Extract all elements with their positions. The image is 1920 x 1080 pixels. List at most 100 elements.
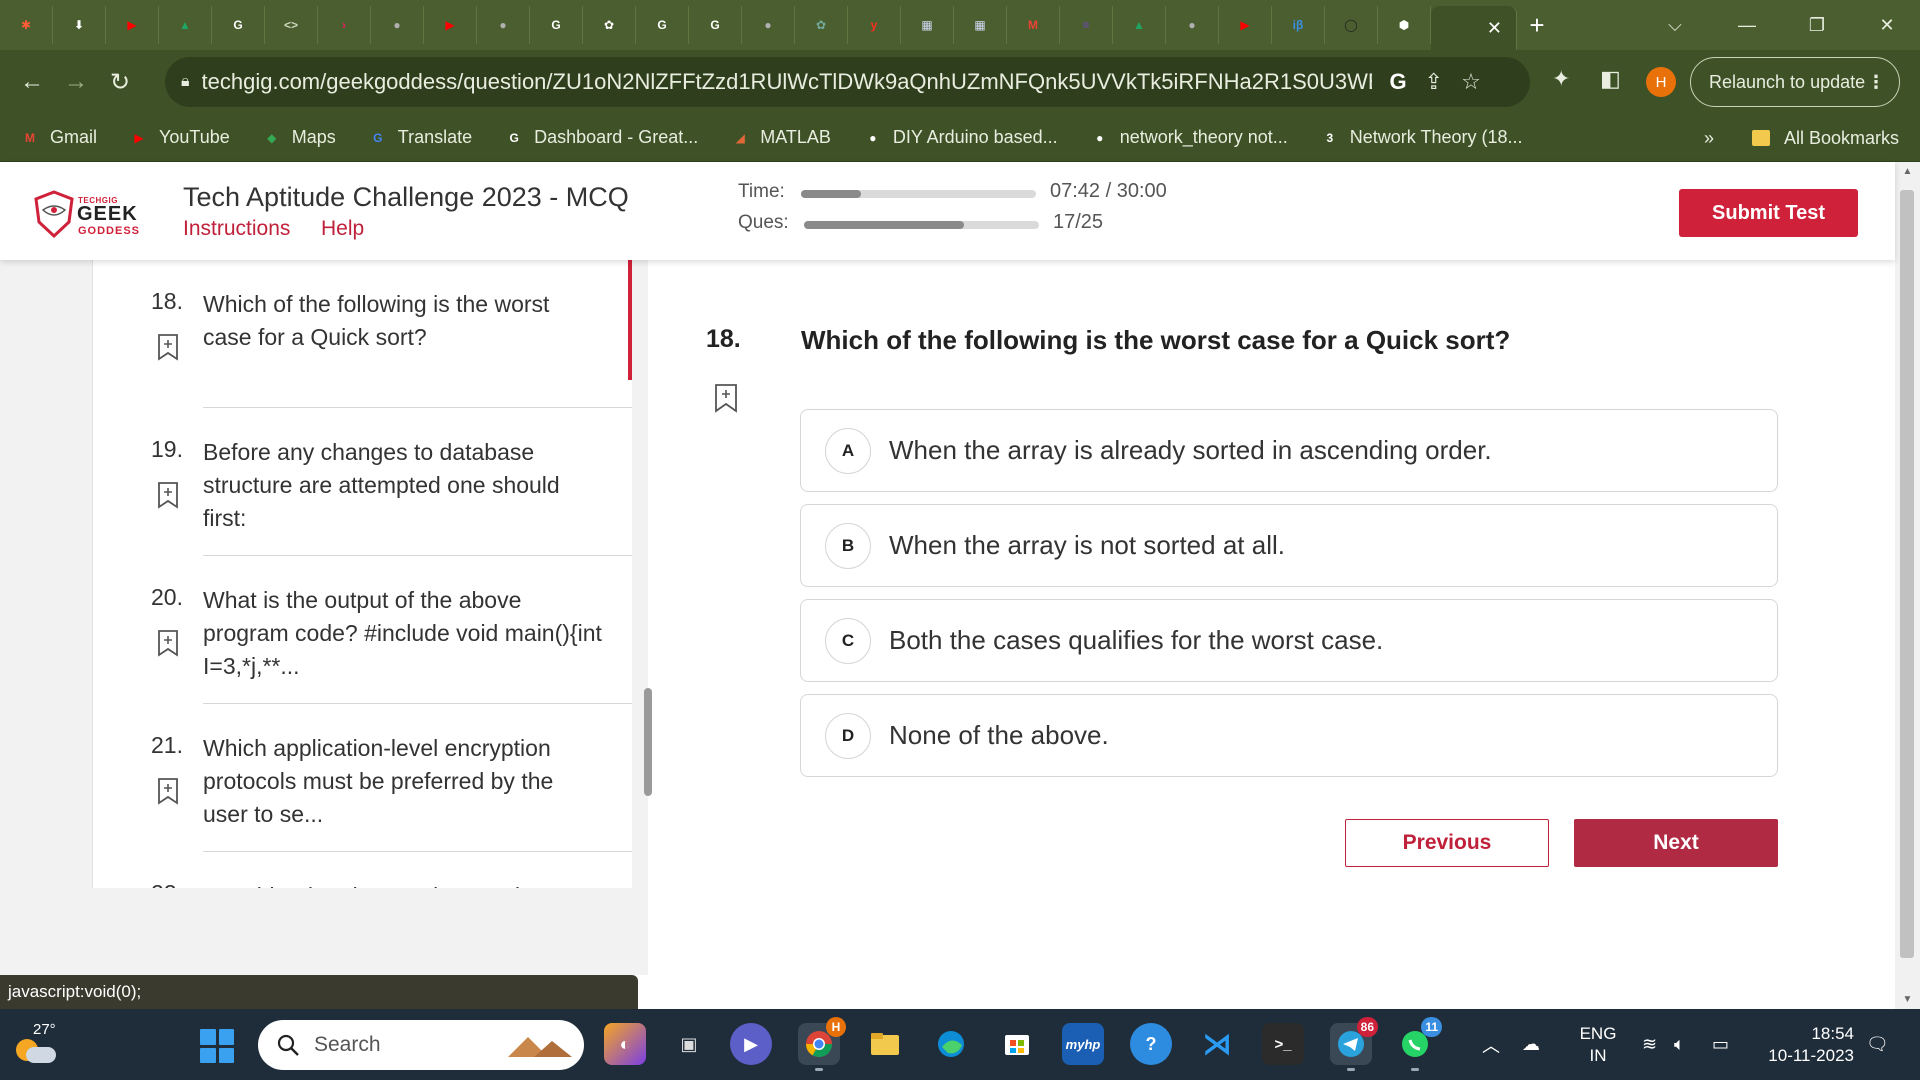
scroll-down-icon[interactable]: ▼ bbox=[1895, 994, 1920, 1005]
submit-test-button[interactable]: Submit Test bbox=[1679, 189, 1858, 237]
close-window-button[interactable]: ✕ bbox=[1852, 0, 1920, 50]
google-lens-icon[interactable]: G bbox=[1390, 69, 1407, 95]
copilot-icon[interactable]: ◐ bbox=[604, 1023, 646, 1065]
question-list-item[interactable]: 20. What is the output of the above progr… bbox=[93, 556, 632, 704]
browser-tab[interactable]: ⬢ bbox=[1378, 6, 1431, 44]
browser-tab[interactable]: ◯ bbox=[1325, 6, 1378, 44]
tab-search-icon[interactable]: ⌵ bbox=[1640, 0, 1710, 50]
chrome-taskbar-icon[interactable]: H bbox=[798, 1017, 846, 1071]
relaunch-button[interactable]: Relaunch to update ⋮ bbox=[1690, 57, 1900, 107]
address-bar[interactable]: 🔒︎ techgig.com/geekgoddess/question/ZU1o… bbox=[165, 57, 1530, 107]
page-scrollbar[interactable]: ▲ ▼ bbox=[1895, 162, 1920, 1009]
answer-option[interactable]: C Both the cases qualifies for the worst … bbox=[800, 599, 1778, 682]
browser-tab[interactable]: ▶ bbox=[1219, 6, 1272, 44]
battery-icon[interactable]: ▭ bbox=[1712, 1009, 1729, 1080]
notification-icon[interactable]: 🗨︎ bbox=[1866, 1009, 1889, 1080]
browser-tab[interactable]: ▶ bbox=[424, 6, 477, 44]
menu-dots-icon[interactable]: ⋮ bbox=[1867, 72, 1885, 93]
new-tab-button[interactable]: + bbox=[1517, 6, 1557, 44]
reload-button[interactable]: ↻ bbox=[100, 62, 140, 102]
browser-tab[interactable]: ≡ bbox=[1060, 6, 1113, 44]
browser-tab[interactable]: G bbox=[530, 6, 583, 44]
side-panel-icon[interactable]: ◧ bbox=[1600, 66, 1621, 92]
bookmark-question-icon[interactable] bbox=[714, 383, 738, 413]
active-tab[interactable]: ✕ bbox=[1431, 6, 1517, 50]
file-explorer-icon[interactable] bbox=[864, 1023, 906, 1065]
browser-tab[interactable]: G bbox=[689, 6, 742, 44]
question-list-item[interactable]: 18. Which of the following is the worst c… bbox=[93, 260, 632, 408]
myhp-icon[interactable]: myhp bbox=[1062, 1023, 1104, 1065]
question-list-item[interactable]: 22. Consider the given options and state bbox=[93, 852, 632, 888]
answer-option[interactable]: D None of the above. bbox=[800, 694, 1778, 777]
extensions-icon[interactable]: ✦ bbox=[1552, 66, 1570, 92]
answer-option[interactable]: A When the array is already sorted in asc… bbox=[800, 409, 1778, 492]
clock[interactable]: 18:54 10-11-2023 bbox=[1754, 1023, 1854, 1067]
task-view-icon[interactable]: ▣ bbox=[668, 1023, 710, 1065]
bookmark-item[interactable]: 3 Network Theory (18... bbox=[1320, 127, 1522, 148]
instructions-link[interactable]: Instructions bbox=[183, 217, 290, 241]
browser-tab[interactable]: ● bbox=[371, 6, 424, 44]
wifi-icon[interactable]: ≋ bbox=[1642, 1009, 1657, 1080]
close-tab-icon[interactable]: ✕ bbox=[1487, 18, 1502, 39]
browser-tab[interactable]: ▦ bbox=[954, 6, 1007, 44]
bookmark-icon[interactable] bbox=[157, 629, 179, 657]
taskbar-search[interactable]: Search bbox=[258, 1020, 584, 1070]
browser-tab[interactable]: G bbox=[212, 6, 265, 44]
bookmark-item[interactable]: ▶ YouTube bbox=[129, 127, 229, 148]
scroll-up-icon[interactable]: ▲ bbox=[1895, 166, 1920, 177]
bookmark-item[interactable]: ● DIY Arduino based... bbox=[863, 127, 1057, 148]
help-link[interactable]: Help bbox=[321, 217, 364, 241]
browser-tab[interactable]: <> bbox=[265, 6, 318, 44]
language-indicator[interactable]: ENG IN bbox=[1578, 1023, 1618, 1067]
back-button[interactable]: ← bbox=[12, 62, 52, 102]
teams-icon[interactable]: ▶ bbox=[730, 1023, 772, 1065]
tray-overflow-icon[interactable]: ︿ bbox=[1482, 1009, 1500, 1080]
previous-button[interactable]: Previous bbox=[1345, 819, 1549, 867]
profile-avatar[interactable]: H bbox=[1646, 67, 1676, 97]
browser-tab[interactable]: ▲ bbox=[159, 6, 212, 44]
more-bookmarks-button[interactable]: » bbox=[1704, 114, 1714, 162]
browser-tab[interactable]: ● bbox=[742, 6, 795, 44]
minimize-button[interactable]: — bbox=[1712, 0, 1782, 50]
bookmark-star-icon[interactable]: ☆ bbox=[1461, 69, 1481, 95]
onedrive-icon[interactable]: ☁ bbox=[1522, 1009, 1540, 1080]
bookmark-icon[interactable] bbox=[157, 481, 179, 509]
browser-tab[interactable]: ✿ bbox=[795, 6, 848, 44]
browser-tab[interactable]: ⬇ bbox=[53, 6, 106, 44]
bookmark-item[interactable]: ◢ MATLAB bbox=[730, 127, 831, 148]
browser-tab[interactable]: ▲ bbox=[1113, 6, 1166, 44]
page-scroll-thumb[interactable] bbox=[1900, 190, 1914, 958]
edge-icon[interactable] bbox=[930, 1023, 972, 1065]
restore-button[interactable]: ❐ bbox=[1782, 0, 1852, 50]
lock-icon[interactable]: 🔒︎ bbox=[181, 73, 190, 91]
vscode-icon[interactable]: ⋊ bbox=[1196, 1023, 1238, 1065]
bookmark-item[interactable]: G Translate bbox=[368, 127, 472, 148]
browser-tab[interactable]: › bbox=[318, 6, 371, 44]
start-button[interactable] bbox=[200, 1029, 234, 1063]
browser-tab[interactable]: y bbox=[848, 6, 901, 44]
question-list-item[interactable]: 19. Before any changes to database struct… bbox=[93, 408, 632, 556]
forward-button[interactable]: → bbox=[56, 62, 96, 102]
bookmark-icon[interactable] bbox=[157, 333, 179, 361]
help-app-icon[interactable]: ? bbox=[1130, 1023, 1172, 1065]
bookmark-item[interactable]: ◆ Maps bbox=[262, 127, 336, 148]
browser-tab[interactable]: ● bbox=[1166, 6, 1219, 44]
next-button[interactable]: Next bbox=[1574, 819, 1778, 867]
answer-option[interactable]: B When the array is not sorted at all. bbox=[800, 504, 1778, 587]
browser-tab[interactable]: ▦ bbox=[901, 6, 954, 44]
browser-tab[interactable]: ✱ bbox=[0, 6, 53, 44]
browser-tab[interactable]: iβ bbox=[1272, 6, 1325, 44]
question-list-item[interactable]: 21. Which application-level encryption pr… bbox=[93, 704, 632, 852]
bookmark-item[interactable]: ● network_theory not... bbox=[1090, 127, 1288, 148]
bookmark-icon[interactable] bbox=[157, 777, 179, 805]
all-bookmarks-button[interactable]: All Bookmarks bbox=[1752, 114, 1899, 162]
volume-muted-icon[interactable]: 🔈︎ bbox=[1674, 1009, 1685, 1080]
weather-widget[interactable]: 27° bbox=[14, 1019, 64, 1069]
techgig-logo[interactable]: TECHGIG GEEK GODDESS bbox=[34, 190, 150, 238]
question-list-scrollbar[interactable] bbox=[644, 688, 652, 796]
browser-tab[interactable]: M bbox=[1007, 6, 1060, 44]
browser-tab[interactable]: ▶ bbox=[106, 6, 159, 44]
store-icon[interactable] bbox=[996, 1023, 1038, 1065]
bookmark-item[interactable]: M Gmail bbox=[20, 127, 97, 148]
terminal-icon[interactable]: >_ bbox=[1262, 1023, 1304, 1065]
